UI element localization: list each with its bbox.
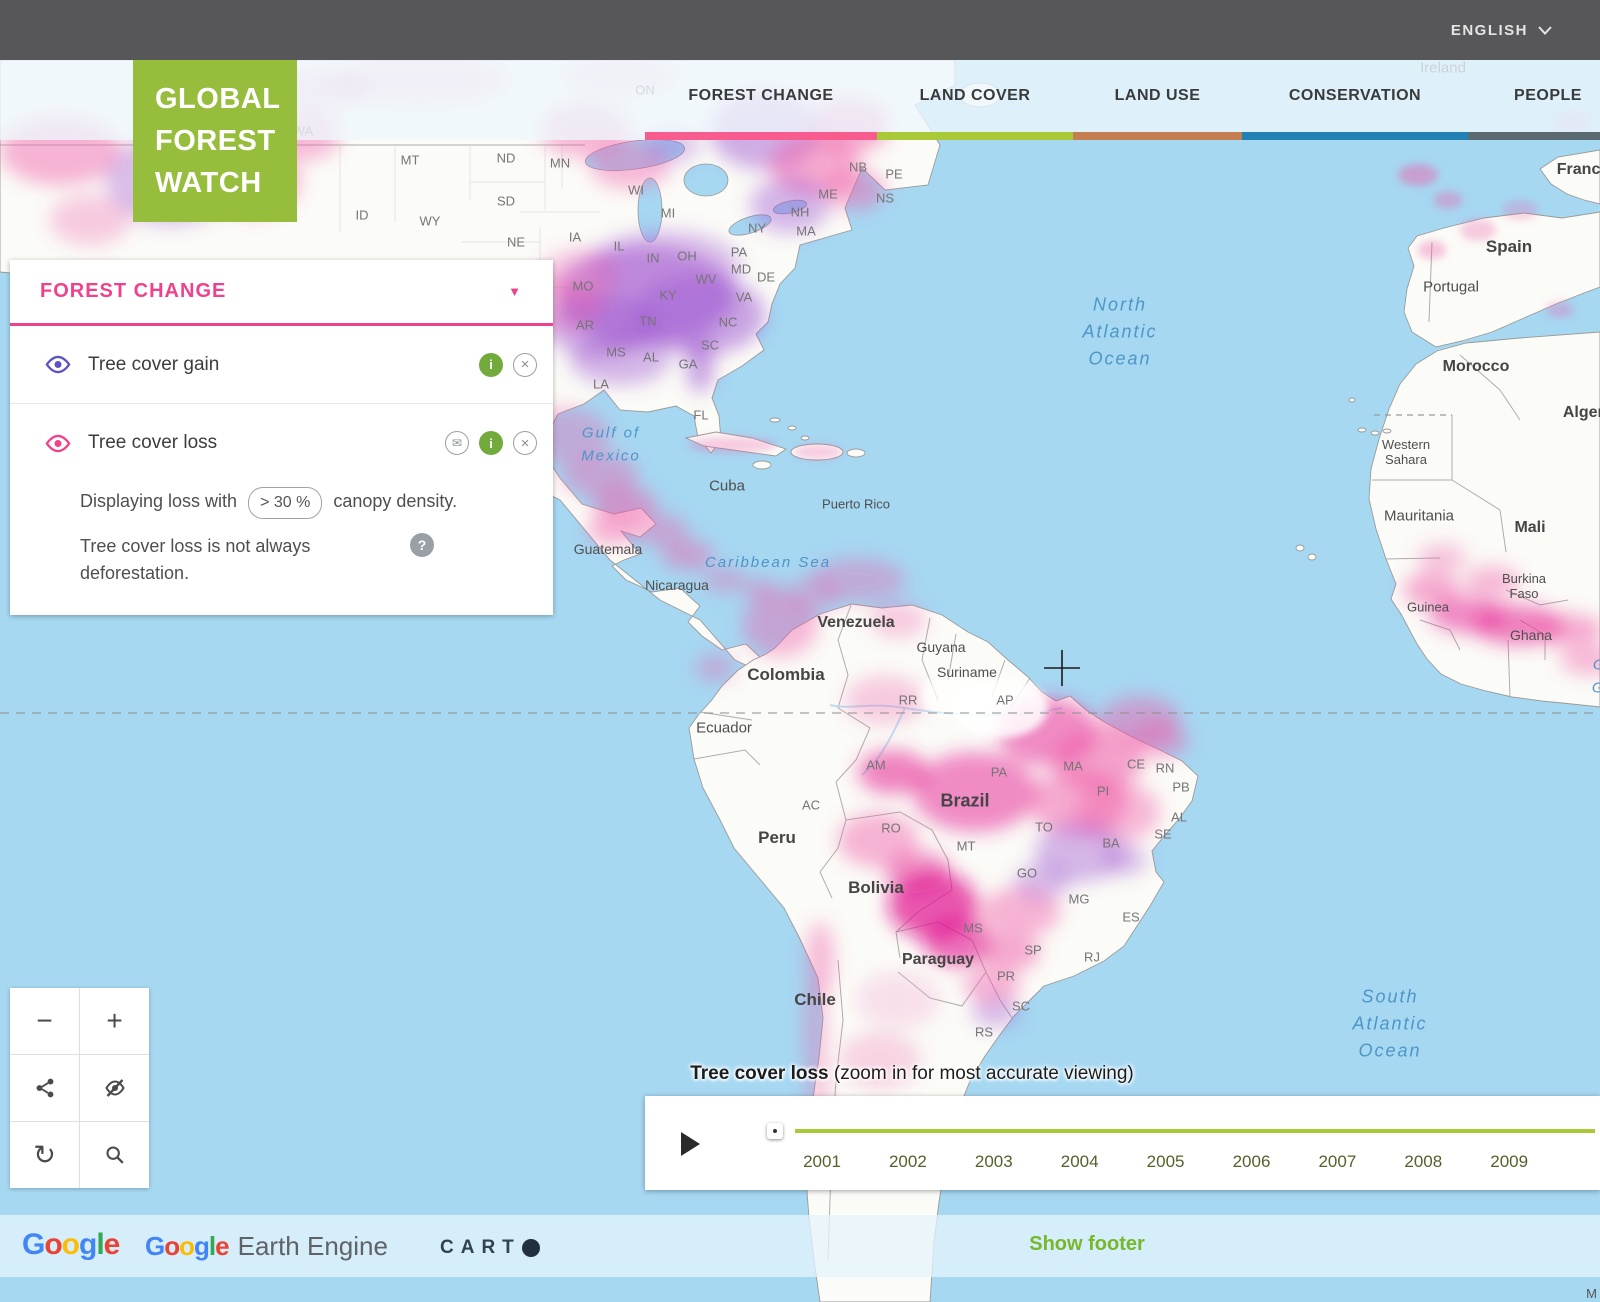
layer-row-tree-cover-gain: Tree cover gain i × xyxy=(10,326,553,404)
nav-item-label: PEOPLE xyxy=(1514,87,1582,105)
visibility-eye-icon[interactable] xyxy=(44,434,76,453)
timeline-year-2004[interactable]: 2004 xyxy=(1061,1152,1099,1172)
map-attribution-partial: M xyxy=(1586,1286,1597,1301)
zoom-out-button[interactable]: − xyxy=(10,988,79,1054)
carto-letters: CART xyxy=(440,1237,521,1259)
search-button[interactable] xyxy=(80,1122,149,1188)
language-label: ENGLISH xyxy=(1451,22,1528,39)
timeline: 2001 2002 2003 2004 2005 2006 2007 2008 2009 xyxy=(645,1096,1600,1190)
map-controls: − + ↻ xyxy=(10,988,149,1188)
logo-line: GLOBAL xyxy=(155,78,297,120)
timeline-track[interactable] xyxy=(795,1129,1595,1133)
nav-item-label: LAND USE xyxy=(1115,87,1201,105)
top-bar: ENGLISH xyxy=(0,0,1600,60)
gfw-app: ONWAMTNDMNWIMISDIDWYNEIAILINOHPANYMDDEMO… xyxy=(0,0,1600,1302)
carto-logo[interactable]: CART xyxy=(440,1237,540,1259)
map-legend-note: Tree cover loss (zoom in for most accura… xyxy=(690,1063,1134,1085)
google-logo: Google xyxy=(145,1231,229,1262)
gfw-logo[interactable]: GLOBAL FOREST WATCH xyxy=(133,60,297,222)
search-icon xyxy=(104,1144,126,1166)
timeline-year-2006[interactable]: 2006 xyxy=(1233,1152,1271,1172)
visibility-eye-icon[interactable] xyxy=(44,355,76,374)
nav-item-forest-change[interactable]: FOREST CHANGE xyxy=(645,60,877,140)
legend-note-bold: Tree cover loss xyxy=(690,1063,828,1084)
chevron-down-icon xyxy=(1538,26,1552,35)
language-selector[interactable]: ENGLISH xyxy=(1451,0,1552,60)
nav-item-people[interactable]: PEOPLE xyxy=(1468,60,1600,140)
layer-name: Tree cover gain xyxy=(88,354,479,376)
hide-panels-button[interactable] xyxy=(80,1055,149,1121)
refresh-button[interactable]: ↻ xyxy=(10,1122,79,1188)
loss-settings-suffix: canopy density. xyxy=(333,491,457,511)
close-icon[interactable]: × xyxy=(513,353,537,377)
carto-dot-icon xyxy=(522,1239,540,1257)
nav-item-land-cover[interactable]: LAND COVER xyxy=(877,60,1073,140)
timeline-year-2003[interactable]: 2003 xyxy=(975,1152,1013,1172)
panel-title: FOREST CHANGE xyxy=(40,280,226,303)
panel-header[interactable]: FOREST CHANGE ▼ xyxy=(10,260,553,326)
nav-item-land-use[interactable]: LAND USE xyxy=(1073,60,1242,140)
attribution-bar: Google Google Earth Engine CART Show foo… xyxy=(0,1215,1600,1277)
layer-name: Tree cover loss xyxy=(88,432,445,454)
timeline-year-2007[interactable]: 2007 xyxy=(1318,1152,1356,1172)
zoom-in-button[interactable]: + xyxy=(80,988,149,1054)
refresh-icon: ↻ xyxy=(33,1142,56,1169)
nav-item-conservation[interactable]: CONSERVATION xyxy=(1242,60,1468,140)
timeline-year-2002[interactable]: 2002 xyxy=(889,1152,927,1172)
forest-change-panel: FOREST CHANGE ▼ Tree cover gain i × Tree… xyxy=(10,260,553,615)
google-earth-engine-logo[interactable]: Google Earth Engine xyxy=(145,1231,388,1262)
nav-item-label: CONSERVATION xyxy=(1289,87,1421,105)
loss-settings-prefix: Displaying loss with xyxy=(80,491,237,511)
share-button[interactable] xyxy=(10,1055,79,1121)
eye-off-icon xyxy=(103,1076,127,1100)
legend-note-rest: (zoom in for most accurate viewing) xyxy=(829,1063,1134,1084)
canopy-threshold-selector[interactable]: > 30 % xyxy=(248,487,322,519)
main-nav: FOREST CHANGE LAND COVER LAND USE CONSERVAT… xyxy=(645,60,1600,140)
help-icon[interactable]: ? xyxy=(410,533,434,557)
panel-collapse-caret-icon[interactable]: ▼ xyxy=(508,284,521,299)
timeline-year-2001[interactable]: 2001 xyxy=(803,1152,841,1172)
loss-settings: Displaying loss with > 30 % canopy densi… xyxy=(80,486,480,519)
timeline-handle[interactable] xyxy=(767,1123,783,1139)
timeline-year-2005[interactable]: 2005 xyxy=(1147,1152,1185,1172)
layer-row-tree-cover-loss: Tree cover loss ✉ i × xyxy=(10,404,553,482)
info-icon[interactable]: i xyxy=(479,431,503,455)
info-icon[interactable]: i xyxy=(479,353,503,377)
timeline-year-2009[interactable]: 2009 xyxy=(1490,1152,1528,1172)
loss-layer-details: Displaying loss with > 30 % canopy densi… xyxy=(10,482,553,615)
earth-engine-label: Earth Engine xyxy=(238,1231,388,1262)
google-logo[interactable]: Google xyxy=(22,1228,119,1262)
timeline-year-2008[interactable]: 2008 xyxy=(1404,1152,1442,1172)
show-footer-button[interactable]: Show footer xyxy=(1029,1233,1145,1256)
logo-line: WATCH xyxy=(155,162,297,204)
subscribe-envelope-icon[interactable]: ✉ xyxy=(445,431,469,455)
play-button[interactable] xyxy=(681,1132,700,1156)
share-icon xyxy=(34,1077,56,1099)
loss-disclaimer: Tree cover loss is not always deforestat… xyxy=(80,533,410,587)
nav-item-label: FOREST CHANGE xyxy=(688,87,833,105)
nav-item-label: LAND COVER xyxy=(920,87,1031,105)
logo-line: FOREST xyxy=(155,120,297,162)
close-icon[interactable]: × xyxy=(513,431,537,455)
